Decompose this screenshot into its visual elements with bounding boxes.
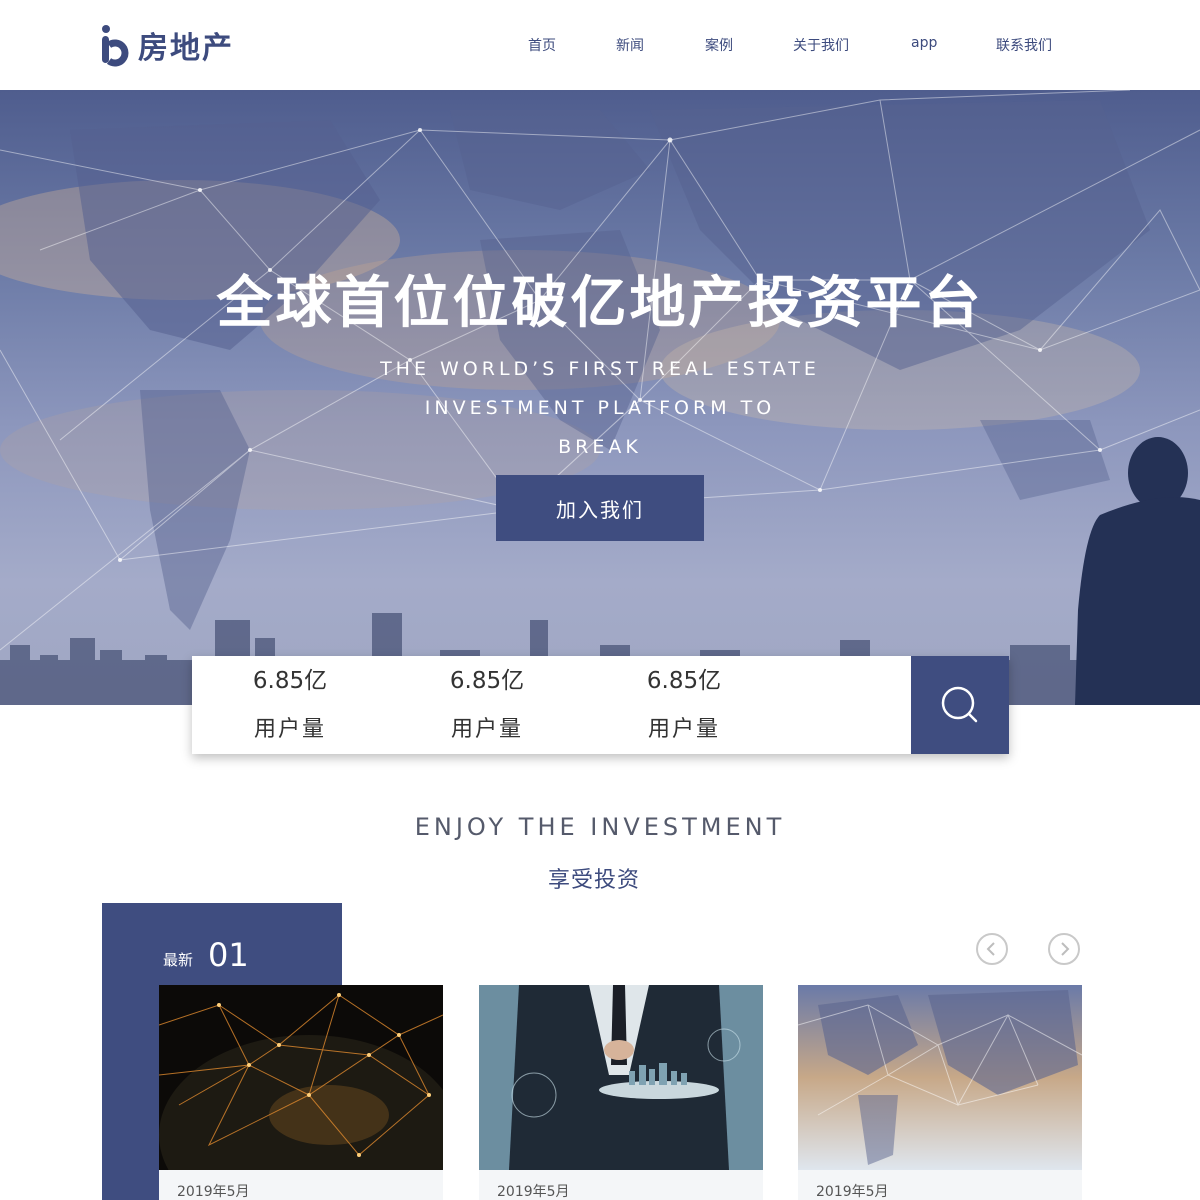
chevron-left-icon [986, 942, 995, 956]
nav-item-contact[interactable]: 联系我们 [996, 35, 1052, 55]
stat-item: 6.85亿 用户量 [422, 664, 552, 747]
nav-item-about[interactable]: 关于我们 [793, 35, 849, 55]
news-card[interactable]: 2019年5月 [798, 985, 1082, 1200]
join-us-button[interactable]: 加入我们 [496, 475, 704, 541]
nav-item-app[interactable]: app [911, 35, 937, 51]
featured-label: 最新 [163, 951, 194, 969]
card-date: 2019年5月 [497, 1184, 570, 1200]
carousel-prev-button[interactable] [976, 933, 1008, 965]
stat-value: 6.85亿 [449, 668, 525, 694]
stats-bar: 6.85亿 用户量 6.85亿 用户量 6.85亿 用户量 [192, 656, 1009, 754]
stat-value: 6.85亿 [646, 668, 722, 694]
carousel-next-button[interactable] [1048, 933, 1080, 965]
brand-name: 房地产 [138, 31, 234, 66]
hero-subtitle-line: INVESTMENT PLATFORM TO BREAK [424, 397, 776, 458]
site-header: 房地产 首页 新闻 案例 关于我们 app 联系我们 [0, 0, 1200, 90]
stat-item: 6.85亿 用户量 [225, 664, 355, 747]
search-icon [941, 686, 978, 723]
stat-label: 用户量 [647, 717, 720, 742]
stat-label: 用户量 [253, 717, 326, 742]
nav-item-home[interactable]: 首页 [528, 35, 556, 55]
nav-item-cases[interactable]: 案例 [705, 35, 733, 55]
network-globe-image [159, 985, 443, 1170]
stat-item: 6.85亿 用户量 [619, 664, 749, 747]
card-date: 2019年5月 [177, 1184, 250, 1200]
chevron-right-icon [1061, 942, 1070, 956]
logo[interactable]: 房地产 [100, 22, 234, 68]
hero-subtitle-line: THE WORLD’S FIRST REAL ESTATE [380, 358, 820, 380]
section-title-cn: 享受投资 [547, 868, 640, 893]
hero-title: 全球首位位破亿地产投资平台 [216, 271, 984, 336]
featured-number: 01 [208, 936, 249, 974]
search-button[interactable] [911, 656, 1009, 754]
stat-value: 6.85亿 [252, 668, 328, 694]
nav-item-news[interactable]: 新闻 [616, 35, 644, 55]
card-date: 2019年5月 [816, 1184, 889, 1200]
news-card[interactable]: 2019年5月 [479, 985, 763, 1200]
world-map-image [798, 985, 1082, 1170]
news-card[interactable]: 2019年5月 [159, 985, 443, 1200]
hero-banner: 全球首位位破亿地产投资平台 THE WORLD’S FIRST REAL EST… [0, 90, 1200, 705]
section-title-en: ENJOY THE INVESTMENT [414, 813, 786, 841]
stat-label: 用户量 [450, 717, 523, 742]
businessman-tablet-image [479, 985, 763, 1170]
main-nav: 首页 新闻 案例 关于我们 app 联系我们 [500, 0, 1090, 90]
logo-mark-icon [100, 23, 132, 67]
